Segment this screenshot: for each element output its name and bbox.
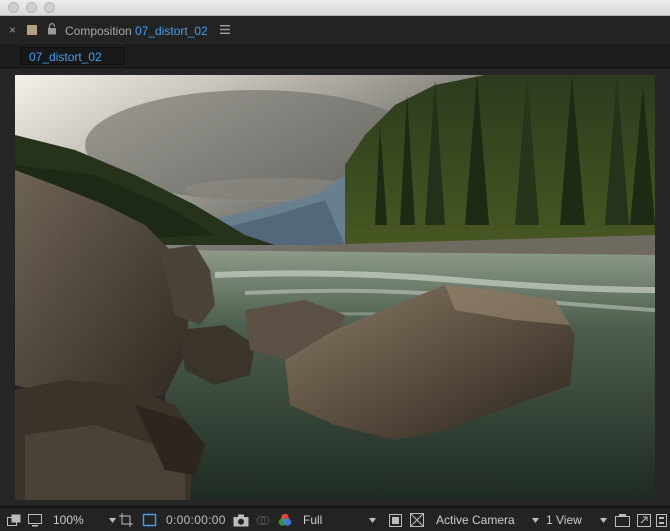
- export-frame-icon[interactable]: [637, 512, 651, 528]
- zoom-dropdown[interactable]: 100%: [53, 512, 116, 528]
- roi-icon[interactable]: [142, 512, 157, 528]
- window-close-button[interactable]: [8, 2, 19, 13]
- window-minimize-button[interactable]: [26, 2, 37, 13]
- composition-tab-bar: 07_distort_02: [0, 44, 670, 68]
- transparency-grid-icon[interactable]: [389, 512, 402, 528]
- current-time-display[interactable]: 0:00:00:00: [166, 512, 226, 528]
- close-icon[interactable]: ×: [9, 23, 16, 37]
- monitor-icon[interactable]: [28, 512, 42, 528]
- zoom-value: 100%: [53, 513, 84, 527]
- viewer-toolbar: 100% 0:00:00:00 Full Active Camera 1 Vie…: [0, 507, 670, 531]
- panel-header: × Composition 07_distort_02: [0, 16, 670, 44]
- chevron-down-icon: [369, 517, 377, 523]
- label-swatch-icon[interactable]: [27, 25, 37, 35]
- view-layout-dropdown[interactable]: 1 View: [546, 512, 607, 528]
- always-preview-icon[interactable]: [7, 512, 21, 528]
- panel-menu-icon[interactable]: [220, 25, 230, 34]
- safe-areas-icon[interactable]: [119, 512, 133, 528]
- composition-viewer[interactable]: [0, 69, 670, 505]
- resolution-dropdown[interactable]: Full: [303, 512, 377, 528]
- pixel-aspect-icon[interactable]: [615, 512, 630, 528]
- composition-frame-image: [15, 75, 655, 500]
- camera-snapshot-icon[interactable]: [233, 512, 249, 528]
- toggle-mask-icon[interactable]: [410, 512, 424, 528]
- camera-value: Active Camera: [436, 513, 515, 527]
- composition-name[interactable]: 07_distort_02: [135, 24, 208, 38]
- camera-dropdown[interactable]: Active Camera: [436, 512, 539, 528]
- chevron-down-icon: [599, 517, 607, 523]
- panel-title-label: Composition: [65, 24, 132, 38]
- window-zoom-button[interactable]: [44, 2, 55, 13]
- view-layout-value: 1 View: [546, 513, 582, 527]
- show-snapshot-icon[interactable]: [256, 512, 270, 528]
- chevron-down-icon: [108, 517, 116, 523]
- lock-icon[interactable]: [47, 23, 57, 35]
- tab-composition[interactable]: 07_distort_02: [20, 47, 125, 65]
- window-titlebar: [0, 0, 670, 16]
- flowchart-icon[interactable]: [656, 512, 667, 528]
- channel-icon[interactable]: [278, 512, 292, 528]
- resolution-value: Full: [303, 513, 323, 527]
- chevron-down-icon: [531, 517, 539, 523]
